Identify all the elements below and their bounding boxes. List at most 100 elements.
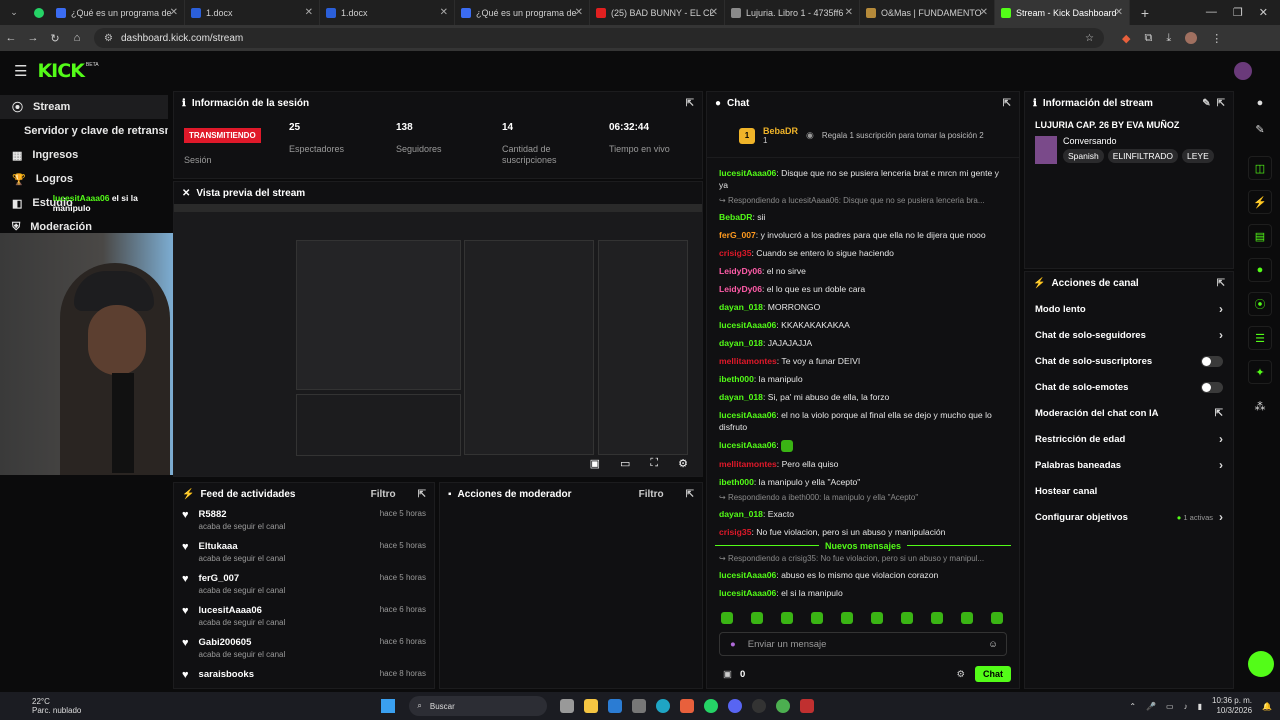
home-icon[interactable]: ⌂	[66, 32, 88, 44]
chat-username[interactable]: ibeth000	[719, 374, 754, 384]
tab-close-icon[interactable]: ✕	[170, 7, 178, 18]
profile-avatar[interactable]	[1185, 31, 1198, 44]
chat-username[interactable]: ibeth000	[719, 477, 754, 487]
chat-popout-icon[interactable]: ⇱	[1003, 98, 1011, 109]
sidebar-item-ingresos[interactable]: ▦ Ingresos	[0, 143, 168, 167]
tag-chip[interactable]: ELINFILTRADO	[1107, 149, 1179, 163]
forward-icon[interactable]: →	[22, 32, 44, 44]
chat-username[interactable]: dayan_018	[719, 392, 763, 402]
chat-settings-icon[interactable]: ⚙	[956, 669, 965, 680]
app-icon[interactable]	[632, 699, 647, 713]
chat-username[interactable]: dayan_018	[719, 509, 763, 519]
site-info-icon[interactable]: ⚙	[104, 33, 113, 44]
url-field[interactable]: ⚙ dashboard.kick.com/stream ☆	[94, 28, 1104, 48]
mic-tray-icon[interactable]: 🎤	[1146, 702, 1156, 711]
chrome-icon[interactable]	[776, 699, 791, 713]
edit-icon[interactable]: ✎	[1202, 98, 1210, 109]
tab-close-icon[interactable]: ✕	[305, 7, 313, 18]
chat-username[interactable]: dayan_018	[719, 302, 763, 312]
obs-icon[interactable]	[752, 699, 767, 713]
toggle-switch[interactable]	[1201, 355, 1223, 367]
emote-icon[interactable]	[811, 612, 823, 624]
browser-menu-icon[interactable]: ⋮	[1211, 32, 1222, 45]
tab-close-icon[interactable]: ✕	[845, 7, 853, 18]
channel-action-item[interactable]: Modo lento ›	[1025, 296, 1233, 322]
channel-popout-icon[interactable]: ⇱	[1217, 278, 1225, 289]
browser-tab[interactable]: Stream - Kick Dashboard ✕	[995, 0, 1130, 25]
minimize-icon[interactable]: —	[1206, 6, 1217, 19]
browser-tab[interactable]: ¿Qué es un programa de ✕	[455, 0, 590, 25]
tab-close-icon[interactable]: ✕	[575, 7, 583, 18]
taskbar-search[interactable]: ⌕ Buscar	[409, 696, 548, 716]
volume-icon[interactable]: ♪	[1184, 702, 1188, 711]
chat-username[interactable]: mellitamontes	[719, 356, 777, 366]
brave-icon[interactable]	[680, 699, 695, 713]
emote-icon[interactable]	[781, 612, 793, 624]
app2-icon[interactable]	[800, 699, 815, 713]
streaminfo-popout-icon[interactable]: ⇱	[1217, 98, 1225, 109]
extensions-puzzle-icon[interactable]: ⧉	[1144, 32, 1152, 45]
tab-close-icon[interactable]: ✕	[980, 7, 988, 18]
sidebar-item-server-key[interactable]: Servidor y clave de retransm	[0, 119, 168, 143]
whatsapp-taskbar-icon[interactable]	[704, 699, 719, 713]
chat-input[interactable]: ● Enviar un mensaje ☺	[719, 632, 1007, 656]
store-icon[interactable]	[608, 699, 623, 713]
theater-icon[interactable]: ▭	[620, 457, 630, 470]
browser-tab[interactable]: 1.docx ✕	[320, 0, 455, 25]
browser-tab[interactable]: ¿Qué es un programa de ✕	[50, 0, 185, 25]
popout-icon[interactable]: ⇱	[686, 98, 694, 109]
rail-doc-icon[interactable]: ▤	[1248, 224, 1272, 248]
rail-preview-icon[interactable]: ◫	[1248, 156, 1272, 180]
emote-icon[interactable]	[841, 612, 853, 624]
mic-icon[interactable]: ●	[730, 639, 736, 650]
tag-chip[interactable]: Spanish	[1063, 149, 1104, 163]
network-icon[interactable]: ▭	[1166, 702, 1174, 711]
rail-lightning-icon[interactable]: ⚡	[1248, 190, 1272, 214]
explorer-icon[interactable]	[584, 699, 599, 713]
channel-action-item[interactable]: Moderación del chat con IA ⇱	[1025, 400, 1233, 426]
browser-tab[interactable]: Lujuria. Libro 1 - 4735ff6 ✕	[725, 0, 860, 25]
chat-username[interactable]: mellitamontes	[719, 459, 777, 469]
channel-action-item[interactable]: Chat de solo-suscriptores	[1025, 348, 1233, 374]
mod-popout-icon[interactable]: ⇱	[686, 489, 694, 500]
toggle-switch[interactable]	[1201, 381, 1223, 393]
rail-info-icon[interactable]: ●	[1240, 97, 1280, 109]
settings-icon[interactable]: ⚙	[678, 457, 688, 470]
chat-username[interactable]: lucesitAaaa06	[719, 410, 776, 420]
tab-close-icon[interactable]: ✕	[440, 7, 448, 18]
discord-icon[interactable]	[728, 699, 743, 713]
windows-start-icon[interactable]	[381, 699, 396, 713]
emote-icon[interactable]	[721, 612, 733, 624]
chat-username[interactable]: lucesitAaaa06	[719, 440, 776, 450]
channel-action-item[interactable]: Restricción de edad ›	[1025, 426, 1233, 452]
sidebar-item-logros[interactable]: 🏆 Logros	[0, 167, 168, 191]
new-tab-button[interactable]: +	[1130, 5, 1160, 21]
sidebar-item-stream[interactable]: ⦿ Stream	[0, 95, 168, 119]
rail-broadcast-icon[interactable]: ⦿	[1248, 292, 1272, 316]
bookmark-star-icon[interactable]: ☆	[1085, 33, 1094, 44]
rail-more-icon[interactable]: ⁂	[1248, 394, 1272, 418]
emote-icon[interactable]	[931, 612, 943, 624]
sidebar-item-estudio[interactable]: ◧ Estudio lucesitAaaa06 el si la manipulo	[0, 191, 168, 215]
user-avatar[interactable]	[1234, 62, 1252, 80]
mod-filter-button[interactable]: Filtro	[639, 489, 664, 500]
chat-username[interactable]: lucesitAaaa06	[719, 168, 776, 178]
chat-username[interactable]: lucesitAaaa06	[719, 588, 776, 598]
rail-support-button[interactable]	[1248, 651, 1274, 677]
chat-username[interactable]: dayan_018	[719, 338, 763, 348]
stream-video[interactable]: ▣ ▭ ⛶ ⚙	[174, 204, 702, 476]
rail-tools-icon[interactable]: ✦	[1248, 360, 1272, 384]
taskview-icon[interactable]	[560, 699, 575, 713]
points-icon[interactable]: ▣	[723, 669, 732, 680]
chat-username[interactable]: BebaDR	[719, 212, 752, 222]
chat-username[interactable]: lucesitAaaa06	[719, 320, 776, 330]
screenshot-icon[interactable]: ▣	[590, 457, 600, 470]
rail-chat-icon[interactable]: ●	[1248, 258, 1272, 282]
emote-icon[interactable]	[751, 612, 763, 624]
emote-icon[interactable]	[961, 612, 973, 624]
tag-chip[interactable]: LEYE	[1182, 149, 1214, 163]
rail-edit-icon[interactable]: ✎	[1240, 123, 1280, 136]
browser-tab[interactable]: (25) BAD BUNNY - EL CL ✕	[590, 0, 725, 25]
gift-text[interactable]: Regala 1 suscripción para tomar la posic…	[822, 131, 984, 140]
browser-tab[interactable]: O&Mas | FUNDAMENTO ✕	[860, 0, 995, 25]
